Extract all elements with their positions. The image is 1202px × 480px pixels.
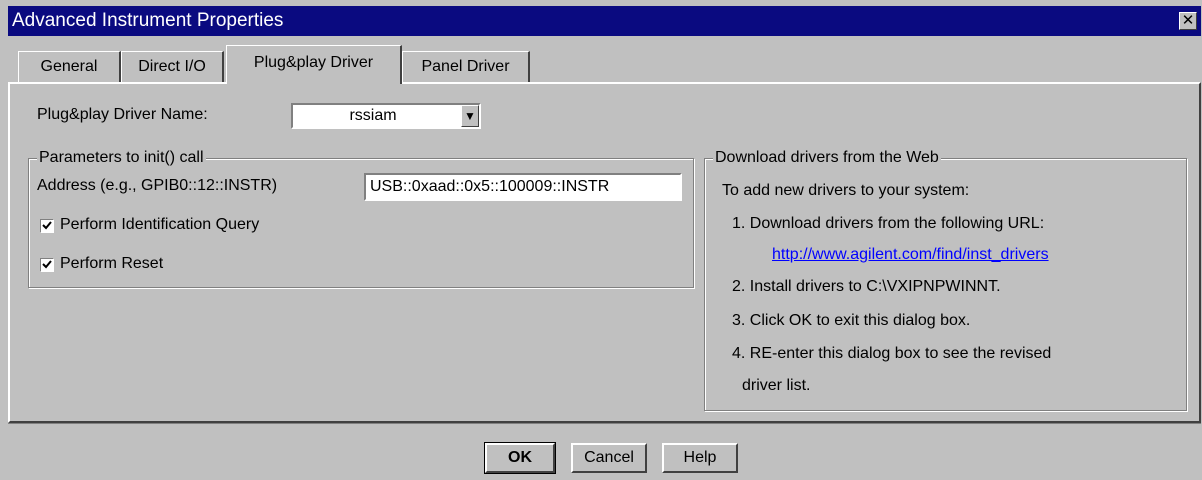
driver-download-link[interactable]: http://www.agilent.com/find/inst_drivers (772, 246, 1049, 264)
download-drivers-legend: Download drivers from the Web (713, 149, 941, 167)
download-intro: To add new drivers to your system: (722, 182, 970, 199)
init-params-legend: Parameters to init() call (37, 149, 206, 167)
driver-name-select[interactable]: rssiam ▼ (291, 103, 481, 129)
download-step-2: 2. Install drivers to C:\VXIPNPWINNT. (732, 278, 1001, 295)
download-step-4: 4. RE-enter this dialog box to see the r… (732, 345, 1052, 362)
perform-reset-label: Perform Reset (60, 255, 164, 272)
close-icon[interactable]: ✕ (1179, 12, 1197, 30)
driver-name-value: rssiam (349, 107, 397, 124)
address-label: Address (e.g., GPIB0::12::INSTR) (37, 177, 278, 194)
title-bar: Advanced Instrument Properties ✕ (8, 6, 1201, 36)
download-step-3: 3. Click OK to exit this dialog box. (732, 312, 971, 329)
download-step-4-continued: driver list. (742, 377, 811, 394)
tab-general[interactable]: General (18, 51, 121, 83)
driver-name-label: Plug&play Driver Name: (37, 106, 208, 123)
ok-button[interactable]: OK (484, 442, 556, 474)
divider (8, 423, 1201, 424)
tab-direct-io[interactable]: Direct I/O (121, 51, 224, 83)
chevron-down-icon[interactable]: ▼ (461, 105, 479, 127)
help-button[interactable]: Help (662, 443, 738, 473)
tab-plug-and-play-driver[interactable]: Plug&play Driver (226, 45, 402, 84)
identification-query-label: Perform Identification Query (60, 216, 260, 233)
checkmark-icon (42, 260, 52, 269)
cancel-button[interactable]: Cancel (571, 443, 647, 473)
checkmark-icon (42, 221, 52, 230)
identification-query-checkbox[interactable] (40, 219, 54, 233)
download-step-1: 1. Download drivers from the following U… (732, 215, 1045, 232)
perform-reset-checkbox[interactable] (40, 258, 54, 272)
address-input[interactable] (364, 173, 682, 201)
window-title: Advanced Instrument Properties (12, 10, 284, 31)
tab-panel-driver[interactable]: Panel Driver (402, 51, 530, 83)
